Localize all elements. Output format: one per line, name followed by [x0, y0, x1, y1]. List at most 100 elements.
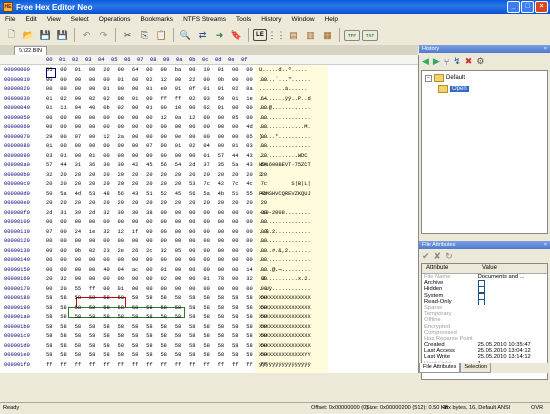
column-header-cell: 0b [189, 56, 196, 63]
goto-icon[interactable]: ➜ [212, 28, 227, 43]
history-tree: − Default Open [421, 70, 548, 234]
open-file-icon[interactable]: 📂 [21, 28, 36, 43]
bookmark-icon[interactable]: 🔖 [229, 28, 244, 43]
menu-view[interactable]: View [42, 16, 66, 23]
history-delete-icon[interactable]: ✖ [465, 56, 473, 67]
menu-tools[interactable]: Tools [231, 16, 256, 23]
cancel-cross-icon[interactable]: ✘ [434, 251, 442, 262]
main-toolbar: 🗋 📂 💾 💾 ↶ ↷ ✂ ⎘ 📋 🔍 ⇄ ➜ 🔖 LE ⋮⋮ ▤ ▥ ▦ TF… [0, 25, 550, 46]
bytes-icon[interactable]: ▤ [286, 28, 301, 43]
folder-icon [438, 85, 448, 93]
tab-file-attributes[interactable]: File Attributes [419, 363, 461, 373]
undo-icon[interactable]: ↶ [79, 28, 94, 43]
status-offset: Offset: 0x00000000 (0) [311, 405, 369, 411]
history-go-icon[interactable]: ↯ [453, 56, 461, 67]
toolbar-separator [115, 28, 116, 42]
row-ascii[interactable]: ÿÿÿÿÿÿÿÿÿÿÿÿÿÿÿÿ [259, 360, 311, 370]
save-all-icon[interactable]: 💾 [55, 28, 70, 43]
menu-select[interactable]: Select [66, 16, 94, 23]
row-offset: 000001f0 [4, 361, 30, 368]
history-close-icon[interactable]: × [544, 45, 547, 53]
toolbar-separator [173, 28, 174, 42]
history-settings-icon[interactable]: ⚙ [476, 56, 484, 67]
column-header-cell: 0c [202, 56, 209, 63]
col-value: Value [482, 265, 497, 271]
title-bar: HE Free Hex Editor Neo _ □ × [0, 0, 550, 14]
close-button[interactable]: × [535, 1, 548, 13]
menu-bookmarks[interactable]: Bookmarks [136, 16, 179, 23]
cut-icon[interactable]: ✂ [120, 28, 135, 43]
hex-editor[interactable]: 00 01 02 03 04 05 06 07 08 09 0a 0b 0c 0d 0e 0f 00 00000… [0, 55, 419, 373]
find-replace-icon[interactable]: ⇄ [195, 28, 210, 43]
column-header-cell: 09 [163, 56, 170, 63]
paste-icon[interactable]: 📋 [154, 28, 169, 43]
tree-expand-icon[interactable]: − [425, 74, 432, 82]
toolbar-separator [339, 28, 340, 42]
history-root-label: Default [446, 75, 466, 81]
row-hex-bytes[interactable]: ff ff ff ff ff ff ff ff ff ff ff ff ff f… [46, 360, 267, 370]
app-icon: HE [3, 2, 13, 12]
history-branch-icon[interactable]: ⑂ [444, 57, 449, 67]
menu-operations[interactable]: Operations [94, 16, 136, 23]
history-open-item[interactable]: Open [438, 85, 469, 93]
menu-edit[interactable]: Edit [20, 16, 41, 23]
attributes-table-header: Attribute Value [422, 264, 547, 274]
toolbar-separator [74, 28, 75, 42]
attributes-title: File Attributes [422, 242, 456, 248]
status-size: Size: 0x00000200 (512): 0.50 KB [366, 405, 449, 411]
attributes-close-icon[interactable]: × [544, 241, 547, 249]
col-attribute: Attribute [426, 265, 449, 271]
dword-icon[interactable]: ▦ [320, 28, 335, 43]
redo-icon[interactable]: ↷ [96, 28, 111, 43]
status-ovr: OVR [531, 405, 544, 411]
copy-icon[interactable]: ⎘ [137, 28, 152, 43]
menu-ntfs-streams[interactable]: NTFS Streams [178, 16, 231, 23]
toolbar-separator [248, 28, 249, 42]
refresh-icon[interactable]: ↻ [445, 251, 453, 262]
status-hex-mode: Hex bytes, 16, Default ANSI [441, 405, 511, 411]
apply-check-icon[interactable]: ✔ [422, 251, 430, 262]
endian-icon[interactable]: LE [253, 29, 267, 41]
menu-file[interactable]: File [0, 16, 20, 23]
column-header: 00 01 02 03 04 05 06 07 08 09 0a 0b 0c 0d 0e 0f [0, 55, 418, 65]
column-header-cell: 02 [72, 56, 79, 63]
menu-history[interactable]: History [256, 16, 286, 23]
status-bar: Ready Offset: 0x00000000 (0) Size: 0x000… [0, 402, 550, 414]
history-title: History [422, 46, 440, 52]
column-header-cell: 0f [241, 56, 248, 63]
minimize-button[interactable]: _ [507, 1, 520, 13]
status-ready: Ready [3, 405, 20, 411]
column-header-cell: 03 [85, 56, 92, 63]
menu-help[interactable]: Help [320, 16, 343, 23]
history-back-icon[interactable]: ◀ [422, 56, 429, 67]
history-forward-icon[interactable]: ▶ [433, 56, 440, 67]
tab-selection[interactable]: Selection [460, 363, 491, 373]
history-open-label: Open [450, 86, 469, 92]
history-root-item[interactable]: − Default [425, 74, 465, 82]
maximize-button[interactable]: □ [521, 1, 534, 13]
word-icon[interactable]: ▥ [303, 28, 318, 43]
find-icon[interactable]: 🔍 [178, 28, 193, 43]
document-tab-bar: \\.\22.BIN [0, 45, 418, 56]
save-icon[interactable]: 💾 [38, 28, 53, 43]
column-header-cell: 08 [150, 56, 157, 63]
hex-mode-icon[interactable]: TXT [362, 29, 378, 41]
attributes-panel-header: File Attributes × [419, 241, 550, 249]
window-title: Free Hex Editor Neo [16, 2, 93, 12]
column-header-cell: 05 [111, 56, 118, 63]
column-header-cell: 07 [137, 56, 144, 63]
column-header-cell: 0e [228, 56, 235, 63]
columns-icon[interactable]: ⋮⋮ [268, 28, 286, 43]
column-header-cell: 04 [98, 56, 105, 63]
attributes-toolbar: ✔ ✘ ↻ [419, 249, 550, 263]
column-header-cell: 0d [215, 56, 222, 63]
new-file-icon[interactable]: 🗋 [4, 28, 19, 43]
history-panel-header: History × [419, 45, 550, 53]
text-mode-icon[interactable]: TFF [344, 29, 360, 41]
menu-window[interactable]: Window [286, 16, 319, 23]
folder-icon [434, 74, 444, 82]
column-header-cell: 01 [59, 56, 66, 63]
column-header-cell: 00 [46, 56, 53, 63]
menu-bar: File Edit View Select Operations Bookmar… [0, 14, 550, 25]
bottom-tab-bar: File Attributes Selection [419, 363, 550, 373]
